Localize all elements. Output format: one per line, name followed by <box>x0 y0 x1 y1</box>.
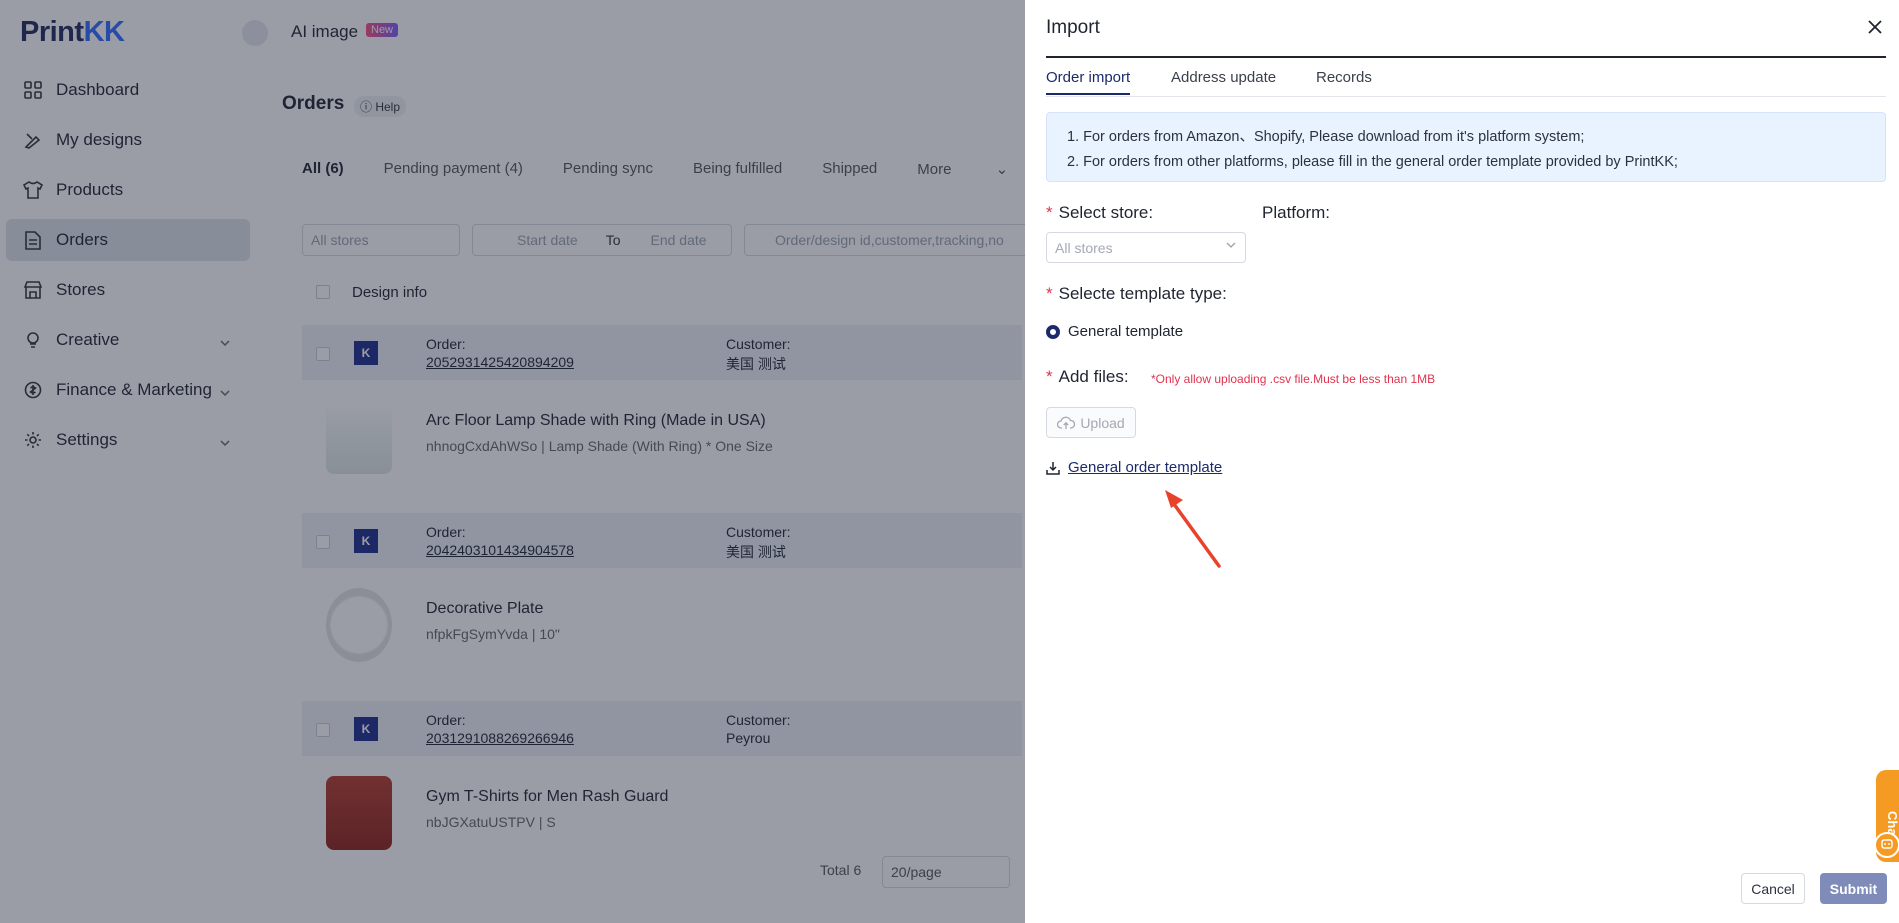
notice-line: 1. For orders from Amazon、Shopify, Pleas… <box>1067 129 1585 145</box>
download-icon <box>1046 461 1060 475</box>
chat-icon[interactable] <box>1874 832 1899 858</box>
cloud-upload-icon <box>1057 416 1076 429</box>
select-store-label: * Select store: <box>1046 203 1154 222</box>
modal-backdrop[interactable] <box>0 0 1025 923</box>
files-hint: *Only allow uploading .csv file.Must be … <box>1151 372 1436 386</box>
platform-label: Platform: <box>1262 203 1331 222</box>
title-divider <box>1046 56 1886 58</box>
drawer-title: Import <box>1046 17 1100 38</box>
tab-address-update[interactable]: Address update <box>1171 69 1276 93</box>
store-select[interactable]: All stores <box>1046 232 1246 263</box>
import-tabs: Order import Address update Records <box>1046 68 1886 97</box>
annotation-arrow <box>1165 490 1221 568</box>
import-notice: 1. For orders from Amazon、Shopify, Pleas… <box>1046 112 1886 182</box>
upload-button[interactable]: Upload <box>1046 407 1136 438</box>
submit-button[interactable]: Submit <box>1820 873 1887 904</box>
tab-records[interactable]: Records <box>1316 69 1372 93</box>
notice-line: 2. For orders from other platforms, plea… <box>1067 154 1678 170</box>
general-template-radio[interactable] <box>1046 325 1060 339</box>
import-drawer: Import Order import Address update Recor… <box>1025 0 1899 923</box>
cancel-button[interactable]: Cancel <box>1741 873 1805 904</box>
add-files-label: * Add files: <box>1046 367 1129 386</box>
chevron-down-icon <box>1226 242 1236 248</box>
template-type-label: * Selecte template type: <box>1046 284 1227 303</box>
close-icon <box>1868 20 1882 34</box>
tab-order-import[interactable]: Order import <box>1046 69 1131 95</box>
close-button[interactable] <box>1863 15 1887 39</box>
general-template-label[interactable]: General template <box>1068 323 1183 340</box>
general-order-template-link[interactable]: General order template <box>1046 459 1222 476</box>
